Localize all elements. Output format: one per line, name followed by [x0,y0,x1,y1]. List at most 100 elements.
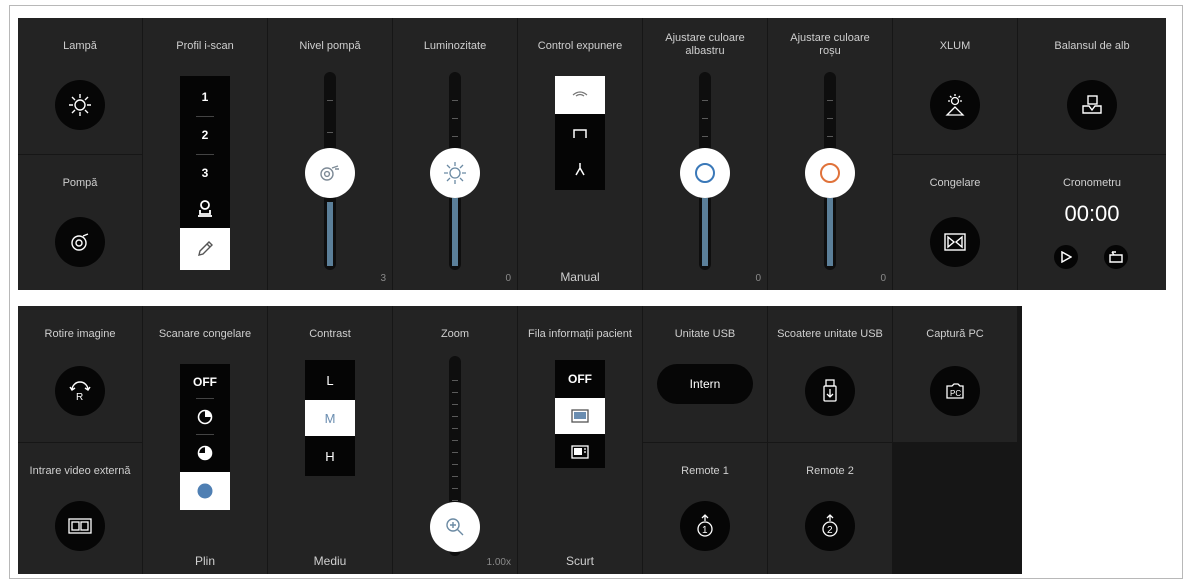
zoom-slider-knob[interactable] [430,502,480,552]
white-balance-icon[interactable] [1067,80,1117,130]
scan-quarter-icon[interactable] [180,402,230,432]
freeze-tile[interactable]: Congelare [893,155,1017,290]
profile-iscan-tile: Profil i-scan 1 2 3 [143,18,267,290]
svg-text:1: 1 [702,525,708,536]
external-video-input-label: Intrare video externă [29,465,131,477]
usb-drive-toggle[interactable]: Intern [657,364,753,404]
freeze-label: Congelare [929,177,981,189]
rotate-image-tile[interactable]: Rotire imagine R [18,306,142,442]
xlum-tile[interactable]: XLUM [893,18,1017,154]
profile-selector: 1 2 3 [180,76,230,270]
play-icon[interactable] [1054,245,1078,269]
stopwatch-time: 00:00 [1064,201,1120,226]
pump-level-slider-knob[interactable] [305,148,355,198]
exposure-peak-icon[interactable] [555,118,605,148]
reset-icon[interactable] [1104,245,1128,269]
svg-text:2: 2 [827,525,833,536]
remote2-icon[interactable]: 2 [805,501,855,551]
freeze-scan-tile: Scanare congelare OFF Plin [143,306,267,574]
brightness-slider-knob[interactable] [430,148,480,198]
patient-info-short-icon[interactable] [555,398,605,434]
tick [452,452,458,453]
eject-usb-tile[interactable]: Scoatere unitate USB [768,306,892,442]
pump-tile[interactable]: Pompă [18,155,142,290]
contrast-tile: Contrast L M H Mediu [268,306,392,574]
profile-option-2[interactable]: 2 [180,122,230,148]
brightness-tile: Luminozitate 0 [393,18,517,290]
zoom-label: Zoom [440,328,470,340]
remote2-label: Remote 2 [806,465,854,477]
eject-usb-label: Scoatere unitate USB [777,328,883,340]
pump-icon[interactable] [55,217,105,267]
freeze-icon[interactable] [930,217,980,267]
rotate-image-icon[interactable]: R [55,366,105,416]
brightness-fill [452,198,458,266]
white-balance-tile[interactable]: Balansul de alb [1018,18,1166,154]
profile-option-3[interactable]: 3 [180,160,230,186]
zoom-value: 1.00x [486,557,511,568]
stopwatch-tile: Cronometru 00:00 [1018,155,1166,290]
patient-info-off[interactable]: OFF [555,364,605,394]
patient-info-label: Fila informații pacient [528,328,632,340]
scan-three-quarter-icon[interactable] [180,438,230,468]
tick [452,428,458,429]
remote1-icon[interactable]: 1 [680,501,730,551]
tick [327,132,333,133]
freeze-scan-off[interactable]: OFF [180,368,230,396]
blue-adjust-value: 0 [755,273,761,284]
tick [827,118,833,119]
blue-adjust-fill [702,198,708,266]
lamp-icon[interactable] [55,80,105,130]
exposure-control-tile: Control expunere Manual [518,18,642,290]
blue-adjust-label: Ajustare culoare albastru [665,32,745,57]
exposure-control-label: Control expunere [537,40,623,52]
tick [827,136,833,137]
lamp-tile[interactable]: Lampă [18,18,142,154]
contrast-selector: L M H [305,360,355,476]
remote1-tile[interactable]: Remote 1 1 [643,443,767,574]
xlum-icon[interactable] [930,80,980,130]
tick [452,404,458,405]
brightness-value: 0 [505,273,511,284]
blue-adjust-tile: Ajustare culoare albastru 0 [643,18,767,290]
contrast-option-l[interactable]: L [305,364,355,396]
scan-full-icon[interactable] [180,472,230,510]
usb-drive-label: Unitate USB [674,328,736,340]
tick [452,464,458,465]
tick [452,380,458,381]
exposure-auto-icon[interactable] [555,76,605,114]
svg-text:PC: PC [950,389,961,398]
xlum-label: XLUM [939,40,971,52]
blue-adjust-slider-knob[interactable] [680,148,730,198]
stopwatch-label: Cronometru [1062,177,1122,189]
control-panel-row2: Rotire imagine R Intrare video externă S… [18,306,1022,574]
pump-level-value: 3 [380,273,386,284]
pencil-icon[interactable] [180,228,230,270]
contrast-mode: Mediu [313,554,347,568]
patient-info-full-icon[interactable] [555,438,605,466]
tick [452,476,458,477]
contrast-option-h[interactable]: H [305,440,355,472]
external-video-input-tile[interactable]: Intrare video externă [18,443,142,574]
red-adjust-slider-knob[interactable] [805,148,855,198]
usb-drive-tile: Unitate USB Intern [643,306,767,442]
control-panel-row1: Lampă Pompă Profil i-scan 1 2 3 Nivel po… [18,18,1166,290]
remote2-tile[interactable]: Remote 2 2 [768,443,892,574]
user-profile-icon[interactable] [180,194,230,222]
pump-level-tile: Nivel pompă 3 [268,18,392,290]
tick [452,136,458,137]
pc-capture-icon[interactable]: PC [930,366,980,416]
divider [196,116,214,117]
tick [327,100,333,101]
divider [196,154,214,155]
tick [702,100,708,101]
tick [452,440,458,441]
external-video-input-icon[interactable] [55,501,105,551]
pc-capture-tile[interactable]: Captură PC PC [893,306,1017,442]
eject-usb-icon[interactable] [805,366,855,416]
exposure-mode-text: Manual [560,270,600,284]
exposure-manual-icon[interactable] [555,154,605,184]
profile-option-1[interactable]: 1 [180,84,230,110]
contrast-option-m[interactable]: M [305,400,355,436]
tick [452,392,458,393]
